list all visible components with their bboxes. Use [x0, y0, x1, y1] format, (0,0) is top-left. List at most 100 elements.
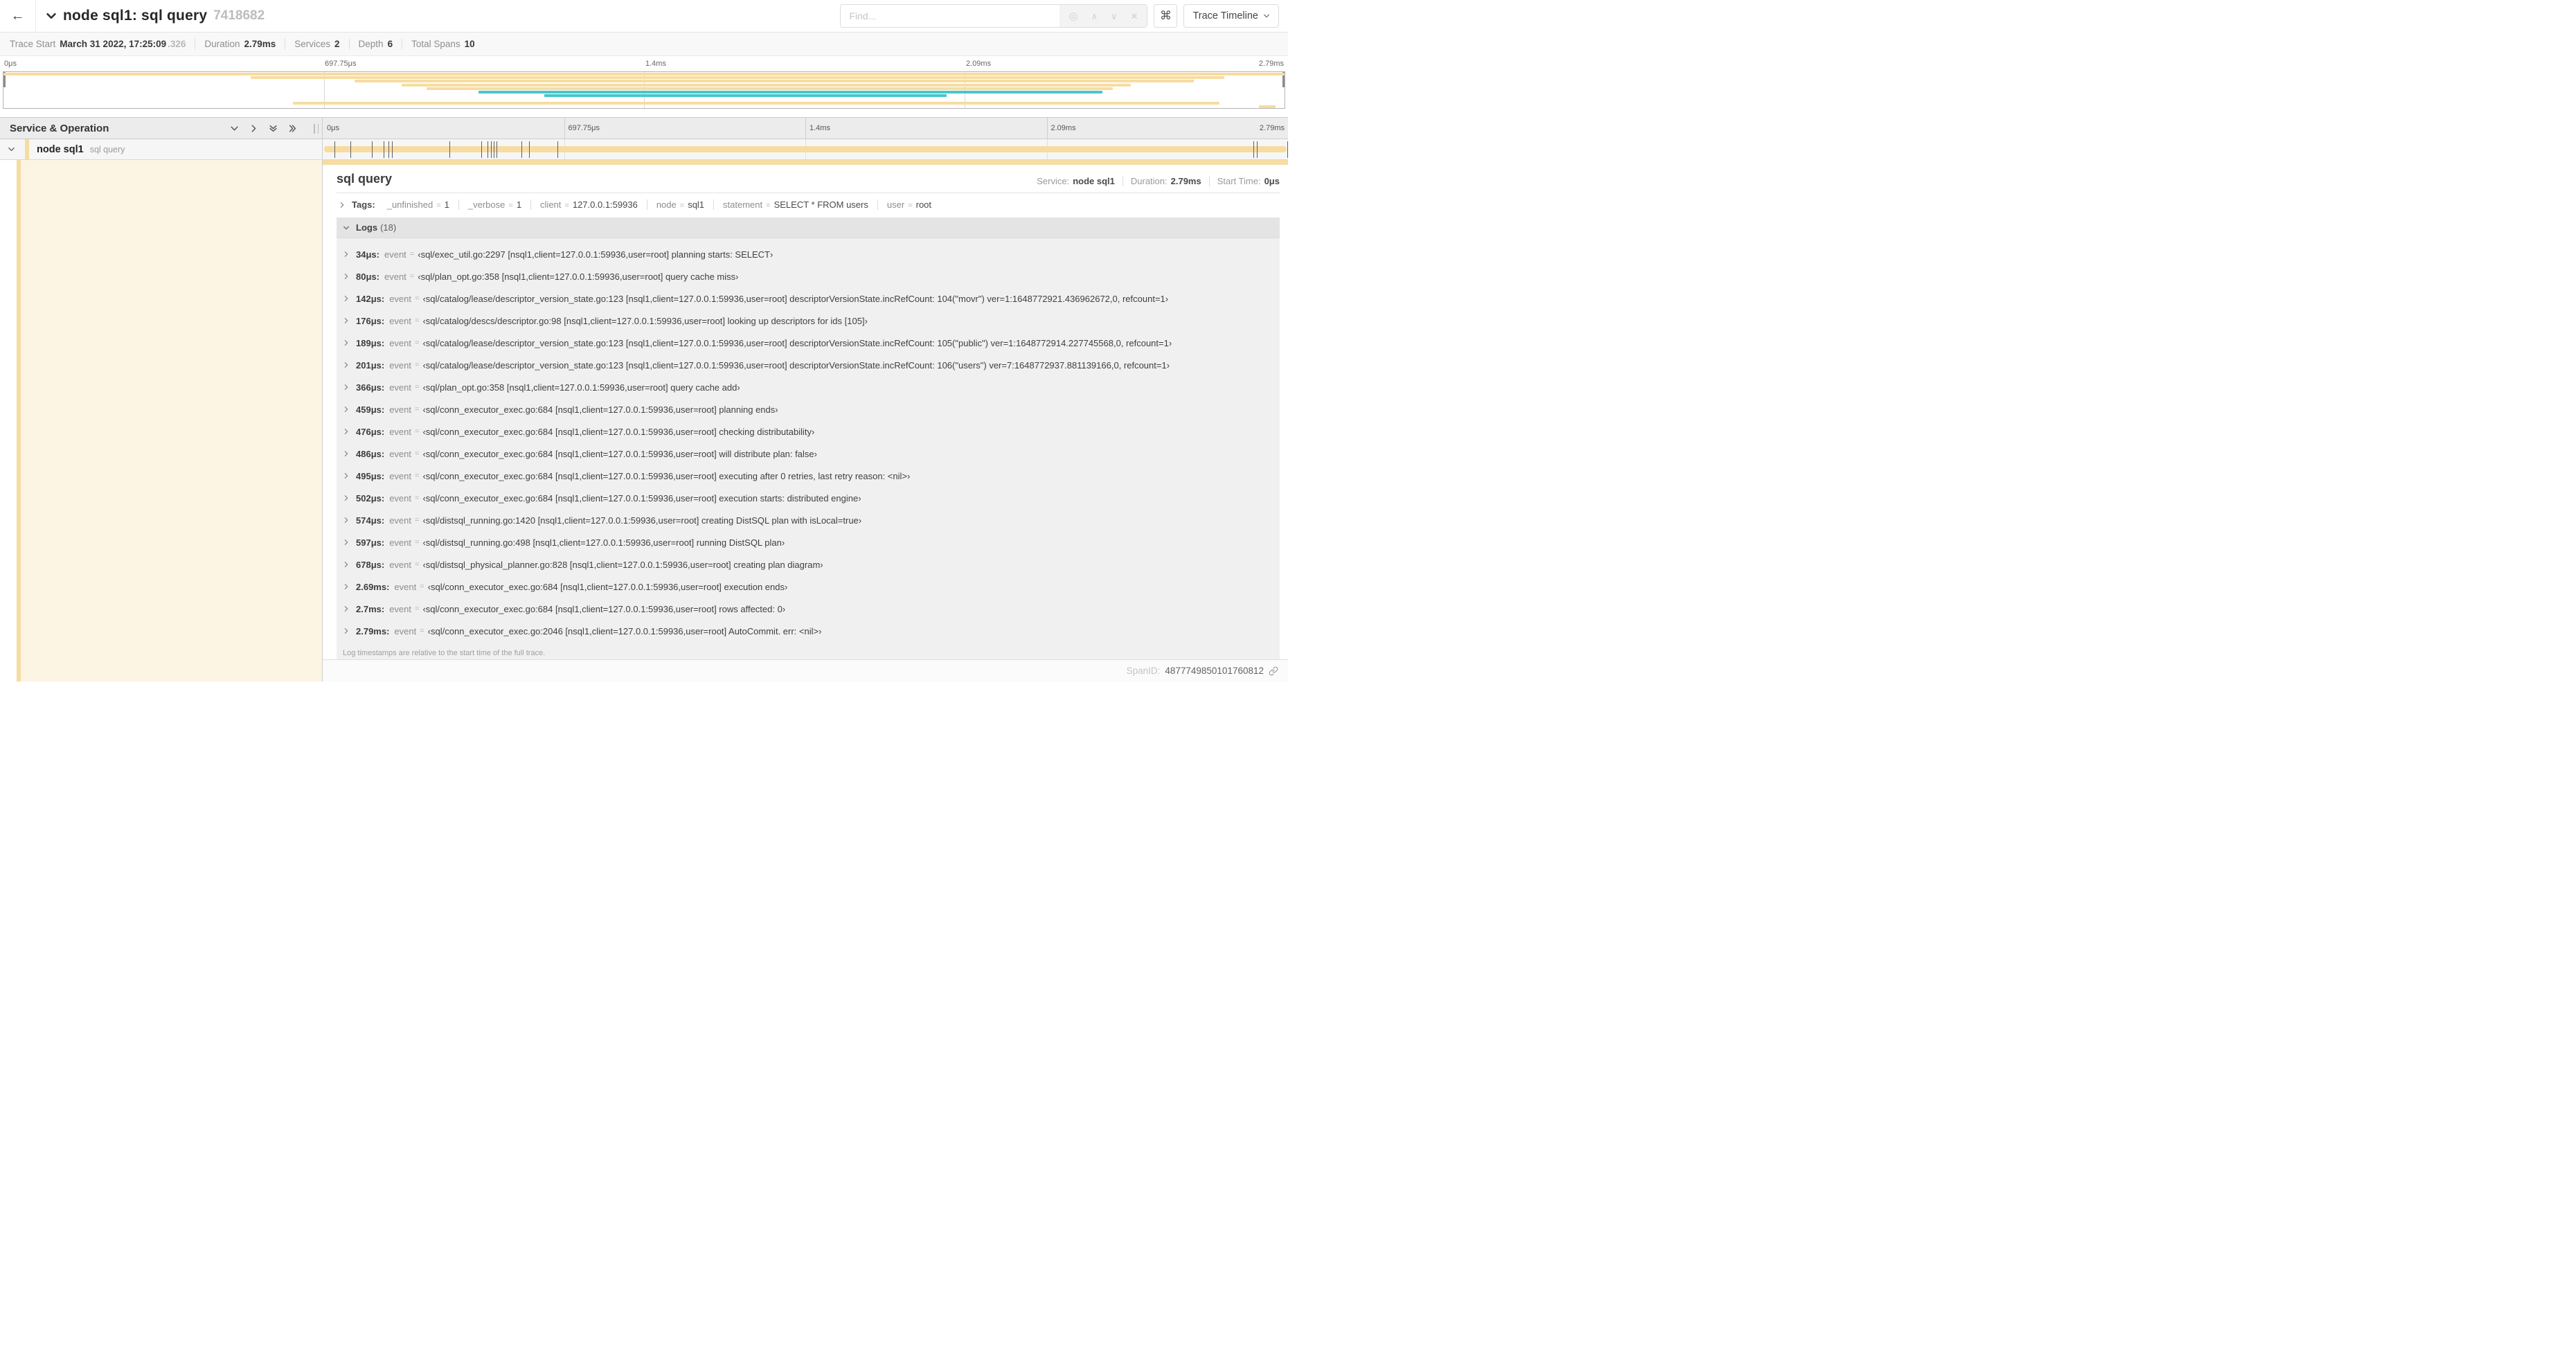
log-timestamp: 2.7ms:: [356, 603, 385, 614]
chevron-right-icon: [339, 202, 346, 208]
log-field-value: ‹sql/catalog/descs/descriptor.go:98 [nsq…: [422, 315, 868, 326]
log-timestamp: 495μs:: [356, 470, 385, 481]
tag-item[interactable]: client = 127.0.0.1:59936: [531, 199, 647, 210]
log-row[interactable]: 476μs: event = ‹sql/conn_executor_exec.go:6…: [337, 420, 1280, 443]
service-operation-header: Service & Operation: [0, 118, 323, 139]
trace-info-item: Services 2: [285, 39, 348, 49]
minimap-span-bar: [354, 80, 1194, 83]
log-timestamp: 678μs:: [356, 559, 385, 570]
span-meta-item: Start Time: 0μs: [1208, 176, 1280, 186]
equals-sign: =: [420, 627, 424, 635]
log-row[interactable]: 2.7ms: event = ‹sql/conn_executor_exec.go:6…: [337, 598, 1280, 620]
span-row[interactable]: node sql1 sql query: [0, 139, 1288, 160]
span-detail-area: sql query Service: node sql1 Duration: 2.79…: [0, 160, 1288, 682]
equals-sign: =: [409, 250, 415, 258]
chevron-right-icon: [343, 428, 350, 435]
detail-left-column: [0, 160, 323, 682]
tags-label: Tags:: [352, 199, 375, 210]
expand-one-icon[interactable]: [249, 124, 258, 133]
view-selector-button[interactable]: Trace Timeline: [1183, 4, 1279, 28]
log-field-key: event: [389, 382, 412, 393]
span-id-value: 4877749850101760812: [1165, 666, 1264, 676]
tag-item[interactable]: statement = SELECT * FROM users: [714, 199, 878, 210]
tag-key: _unfinished: [386, 199, 433, 210]
minimap-canvas[interactable]: [3, 71, 1285, 109]
trace-info-value-suffix: .326: [168, 39, 186, 49]
log-row[interactable]: 2.69ms: event = ‹sql/conn_executor_exec.go:…: [337, 576, 1280, 598]
tag-item[interactable]: _unfinished = 1: [378, 199, 459, 210]
span-meta-label: Duration:: [1130, 176, 1168, 186]
log-row[interactable]: 189μs: event = ‹sql/catalog/lease/descripto…: [337, 332, 1280, 354]
log-timestamp: 486μs:: [356, 448, 385, 459]
span-row-bar-cell[interactable]: [323, 139, 1288, 159]
span-row-label-cell[interactable]: node sql1 sql query: [0, 139, 323, 159]
log-field-key: event: [384, 271, 406, 282]
logs-footnote: Log timestamps are relative to the start…: [343, 649, 546, 657]
tag-item[interactable]: _verbose = 1: [459, 199, 532, 210]
find-prev-icon[interactable]: ∧: [1091, 12, 1098, 21]
chevron-down-icon: [343, 224, 350, 231]
logs-count: (18): [380, 222, 397, 233]
keyboard-shortcuts-button[interactable]: ⌘: [1154, 4, 1178, 28]
collapse-one-icon[interactable]: [230, 124, 239, 133]
log-field-key: event: [389, 315, 412, 326]
log-row[interactable]: 142μs: event = ‹sql/catalog/lease/descripto…: [337, 287, 1280, 310]
tag-item[interactable]: user = root: [878, 199, 940, 210]
column-resizer-handle[interactable]: [314, 124, 319, 134]
tags-row[interactable]: Tags: _unfinished = 1 _verbose = 1 client = 127.…: [337, 193, 1280, 216]
find-group: ◎ ∧ ∨ ✕: [840, 4, 1148, 28]
span-meta-value: node sql1: [1073, 176, 1115, 186]
chevron-right-icon: [343, 450, 350, 457]
back-button[interactable]: ←: [0, 0, 36, 32]
log-field-key: event: [389, 470, 412, 481]
trace-info-item: Duration 2.79ms: [195, 39, 285, 49]
log-row[interactable]: 176μs: event = ‹sql/catalog/descs/descripto…: [337, 310, 1280, 332]
log-field-key: event: [389, 426, 412, 437]
equals-sign: =: [415, 317, 420, 325]
log-timestamp: 201μs:: [356, 359, 385, 371]
span-id-footer: SpanID: 4877749850101760812: [323, 659, 1288, 682]
log-row[interactable]: 201μs: event = ‹sql/catalog/lease/descripto…: [337, 354, 1280, 376]
collapse-all-icon[interactable]: [269, 124, 278, 133]
log-row[interactable]: 2.79ms: event = ‹sql/conn_executor_exec.go:…: [337, 620, 1280, 642]
logs-header[interactable]: Logs (18): [337, 217, 1280, 238]
equals-sign: =: [436, 202, 441, 210]
collapse-trace-chevron-icon[interactable]: [46, 10, 57, 21]
span-meta-item: Duration: 2.79ms: [1122, 176, 1209, 186]
log-field-value: ‹sql/distsql_running.go:1420 [nsql1,clie…: [422, 515, 862, 526]
log-row[interactable]: 574μs: event = ‹sql/distsql_running.go:1420…: [337, 509, 1280, 531]
equals-sign: =: [420, 582, 424, 591]
find-next-icon[interactable]: ∨: [1111, 12, 1118, 21]
log-row[interactable]: 486μs: event = ‹sql/conn_executor_exec.go:6…: [337, 443, 1280, 465]
span-id-label: SpanID:: [1126, 666, 1161, 676]
minimap-tick-label: 2.09ms: [966, 60, 992, 68]
expand-all-icon[interactable]: [288, 124, 297, 133]
log-row[interactable]: 80μs: event = ‹sql/plan_opt.go:358 [nsql1,c…: [337, 265, 1280, 287]
log-row[interactable]: 678μs: event = ‹sql/distsql_physical_planne…: [337, 553, 1280, 576]
span-meta-label: Start Time:: [1217, 176, 1261, 186]
app-header: ← node sql1: sql query 7418682 ◎ ∧ ∨ ✕ ⌘…: [0, 0, 1288, 33]
chevron-right-icon: [343, 251, 350, 258]
trace-info-item: Depth 6: [348, 39, 402, 49]
log-field-value: ‹sql/distsql_running.go:498 [nsql1,clien…: [422, 537, 785, 548]
tag-item[interactable]: node = sql1: [647, 199, 715, 210]
log-row[interactable]: 366μs: event = ‹sql/plan_opt.go:358 [nsql1,…: [337, 376, 1280, 398]
log-marker-tick: [529, 141, 530, 158]
log-row[interactable]: 34μs: event = ‹sql/exec_util.go:2297 [nsql1…: [337, 243, 1280, 265]
link-icon[interactable]: [1269, 666, 1278, 676]
log-row[interactable]: 459μs: event = ‹sql/conn_executor_exec.go:6…: [337, 398, 1280, 420]
equals-sign: =: [415, 383, 420, 391]
trace-summary-bar: Trace Start March 31 2022, 17:25:09.326 Du…: [0, 33, 1288, 56]
minimap-tick-label: 2.79ms: [1258, 60, 1284, 68]
log-row[interactable]: 502μs: event = ‹sql/conn_executor_exec.go:6…: [337, 487, 1280, 509]
span-duration-bar[interactable]: [324, 146, 1287, 152]
equals-sign: =: [415, 405, 420, 413]
equals-sign: =: [564, 202, 569, 210]
log-row[interactable]: 495μs: event = ‹sql/conn_executor_exec.go:6…: [337, 465, 1280, 487]
locate-icon[interactable]: ◎: [1068, 11, 1077, 21]
log-field-key: event: [389, 404, 412, 415]
ruler-tick-label: 0μs: [327, 124, 339, 132]
find-clear-icon[interactable]: ✕: [1131, 12, 1138, 21]
log-row[interactable]: 597μs: event = ‹sql/distsql_running.go:498 …: [337, 531, 1280, 553]
find-input[interactable]: [841, 5, 1060, 27]
